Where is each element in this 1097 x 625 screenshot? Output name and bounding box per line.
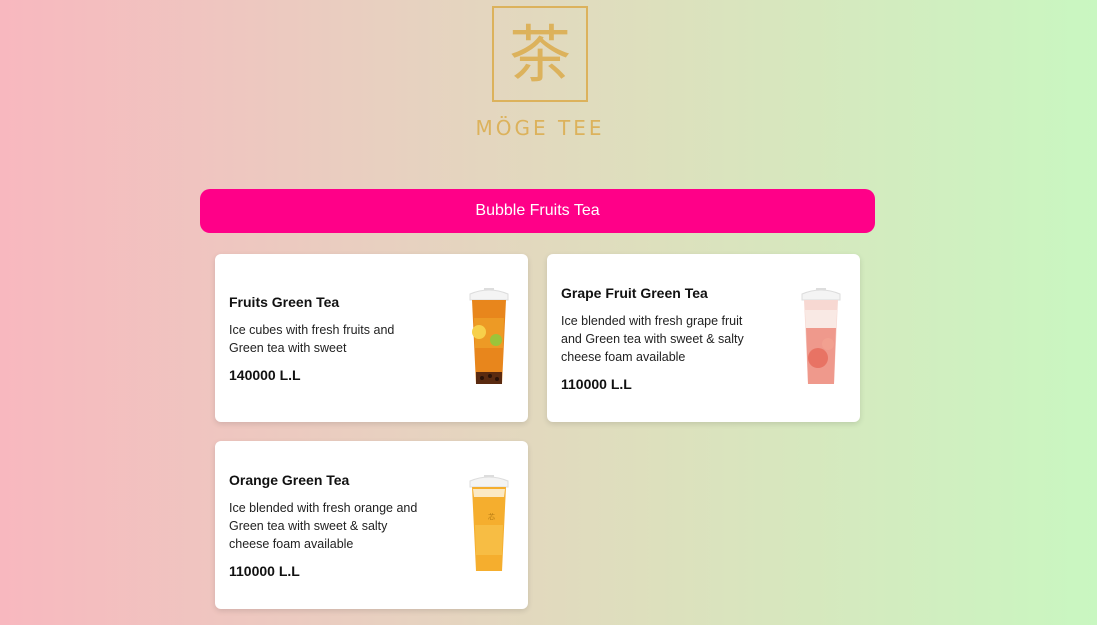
product-card-orange-green-tea[interactable]: Orange Green Tea Ice blended with fresh …	[215, 441, 528, 609]
svg-text:芯: 芯	[488, 512, 495, 521]
product-title: Orange Green Tea	[229, 471, 350, 488]
product-price: 110000 L.L	[229, 562, 300, 579]
brand-logo: 茶 MÖGE TEE	[470, 6, 610, 140]
svg-text:茶: 茶	[509, 18, 571, 91]
brand-name: MÖGE TEE	[475, 116, 605, 140]
category-tab-bubble-fruits-tea[interactable]: Bubble Fruits Tea	[200, 189, 875, 233]
product-description: Ice cubes with fresh fruits and Green te…	[229, 322, 395, 355]
product-title: Fruits Green Tea	[229, 293, 340, 310]
product-title: Grape Fruit Green Tea	[561, 284, 708, 301]
category-label: Bubble Fruits Tea	[475, 202, 600, 219]
product-price: 140000 L.L	[229, 366, 301, 383]
fruit-tea-cup-icon	[469, 288, 509, 384]
grapefruit-tea-cup-icon	[801, 288, 841, 384]
product-description: Ice blended with fresh grape fruit and G…	[561, 313, 744, 364]
logo-emblem: 茶	[492, 6, 588, 102]
product-card-fruits-green-tea[interactable]: Fruits Green Tea Ice cubes with fresh fr…	[215, 254, 528, 422]
product-card-grape-fruit-green-tea[interactable]: Grape Fruit Green Tea Ice blended with f…	[547, 254, 860, 422]
product-price: 110000 L.L	[561, 375, 632, 392]
orange-tea-cup-icon: 芯	[469, 475, 509, 571]
product-description: Ice blended with fresh orange and Green …	[229, 500, 418, 551]
tea-character-icon: 茶	[509, 18, 571, 91]
